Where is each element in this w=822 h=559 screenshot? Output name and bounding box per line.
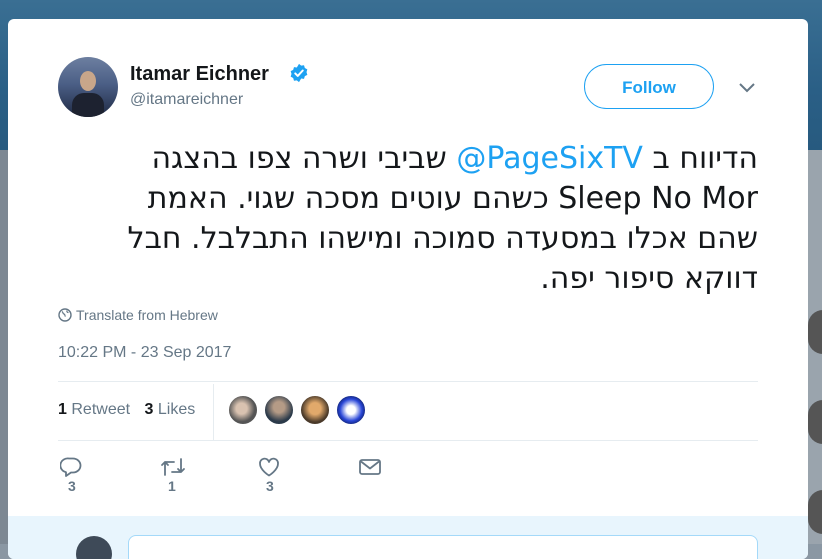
mention-link[interactable]: @PageSixTV [456, 141, 643, 176]
reply-count: 3 [68, 478, 76, 495]
envelope-icon [359, 459, 381, 475]
liker-avatar[interactable] [300, 395, 330, 425]
stats-divider [213, 384, 214, 440]
direct-message-button[interactable] [358, 457, 382, 481]
tweet-text-suffix: שביבי ושרה צפו בהצגה [151, 141, 457, 176]
liker-avatar[interactable] [264, 395, 294, 425]
translate-label: Translate from Hebrew [76, 307, 218, 323]
author-name[interactable]: Itamar Eichner [130, 63, 269, 86]
background-avatar [808, 490, 822, 534]
tweet-text-line-4: דווקא סיפור יפה. [540, 261, 758, 296]
heart-icon [259, 457, 279, 477]
background-sidebar [806, 150, 822, 544]
reply-icon [59, 457, 82, 477]
retweet-icon [161, 458, 185, 476]
follow-button[interactable]: Follow [584, 64, 714, 109]
reply-button[interactable]: 3 [59, 457, 82, 494]
chevron-down-icon[interactable] [739, 83, 755, 93]
tweet-modal: Itamar Eichner @itamareichner Follow הדי… [8, 19, 808, 559]
avatar-body [72, 93, 104, 117]
author-avatar[interactable] [58, 57, 118, 117]
retweet-stat-label: Retweet [71, 401, 131, 418]
current-user-avatar [76, 536, 112, 559]
tweet-text: הדיווח ב @PageSixTV שביבי ושרה צפו בהצגה… [98, 139, 758, 299]
retweet-stat-count: 1 [58, 401, 67, 418]
background-avatar [808, 310, 822, 354]
reply-input[interactable] [128, 535, 758, 559]
globe-icon [58, 308, 72, 322]
like-button[interactable]: 3 [258, 457, 280, 494]
like-stat-count: 3 [144, 401, 154, 418]
tweet-stats: 1 Retweet 3 Likes [58, 401, 205, 419]
tweet-text-prefix: הדיווח ב [642, 141, 758, 176]
like-stat-label: Likes [157, 401, 196, 418]
tweet-text-line-2: Sleep No Mor כשהם עוטים מסכה שגוי. האמת [147, 181, 758, 216]
divider [58, 381, 758, 382]
divider [58, 440, 758, 441]
retweet-count: 1 [168, 478, 176, 495]
tweet-text-line-1: הדיווח ב @PageSixTV שביבי ושרה צפו בהצגה [98, 139, 758, 179]
liker-avatar[interactable] [228, 395, 258, 425]
avatar-head [80, 71, 96, 91]
liker-avatar[interactable] [336, 395, 366, 425]
reply-composer-area [8, 516, 808, 559]
tweet-timestamp[interactable]: 10:22 PM - 23 Sep 2017 [58, 344, 231, 362]
retweet-stat[interactable]: 1 Retweet [58, 401, 130, 418]
retweet-button[interactable]: 1 [160, 457, 186, 494]
author-handle[interactable]: @itamareichner [130, 91, 243, 109]
like-count: 3 [266, 478, 274, 495]
translate-link[interactable]: Translate from Hebrew [58, 307, 218, 323]
background-avatar [808, 400, 822, 444]
like-stat[interactable]: 3 Likes [145, 401, 196, 418]
verified-badge-icon [290, 63, 308, 83]
tweet-text-line-3: שהם אכלו במסעדה סמוכה ומישהו התבלבל. חבל [127, 221, 758, 256]
